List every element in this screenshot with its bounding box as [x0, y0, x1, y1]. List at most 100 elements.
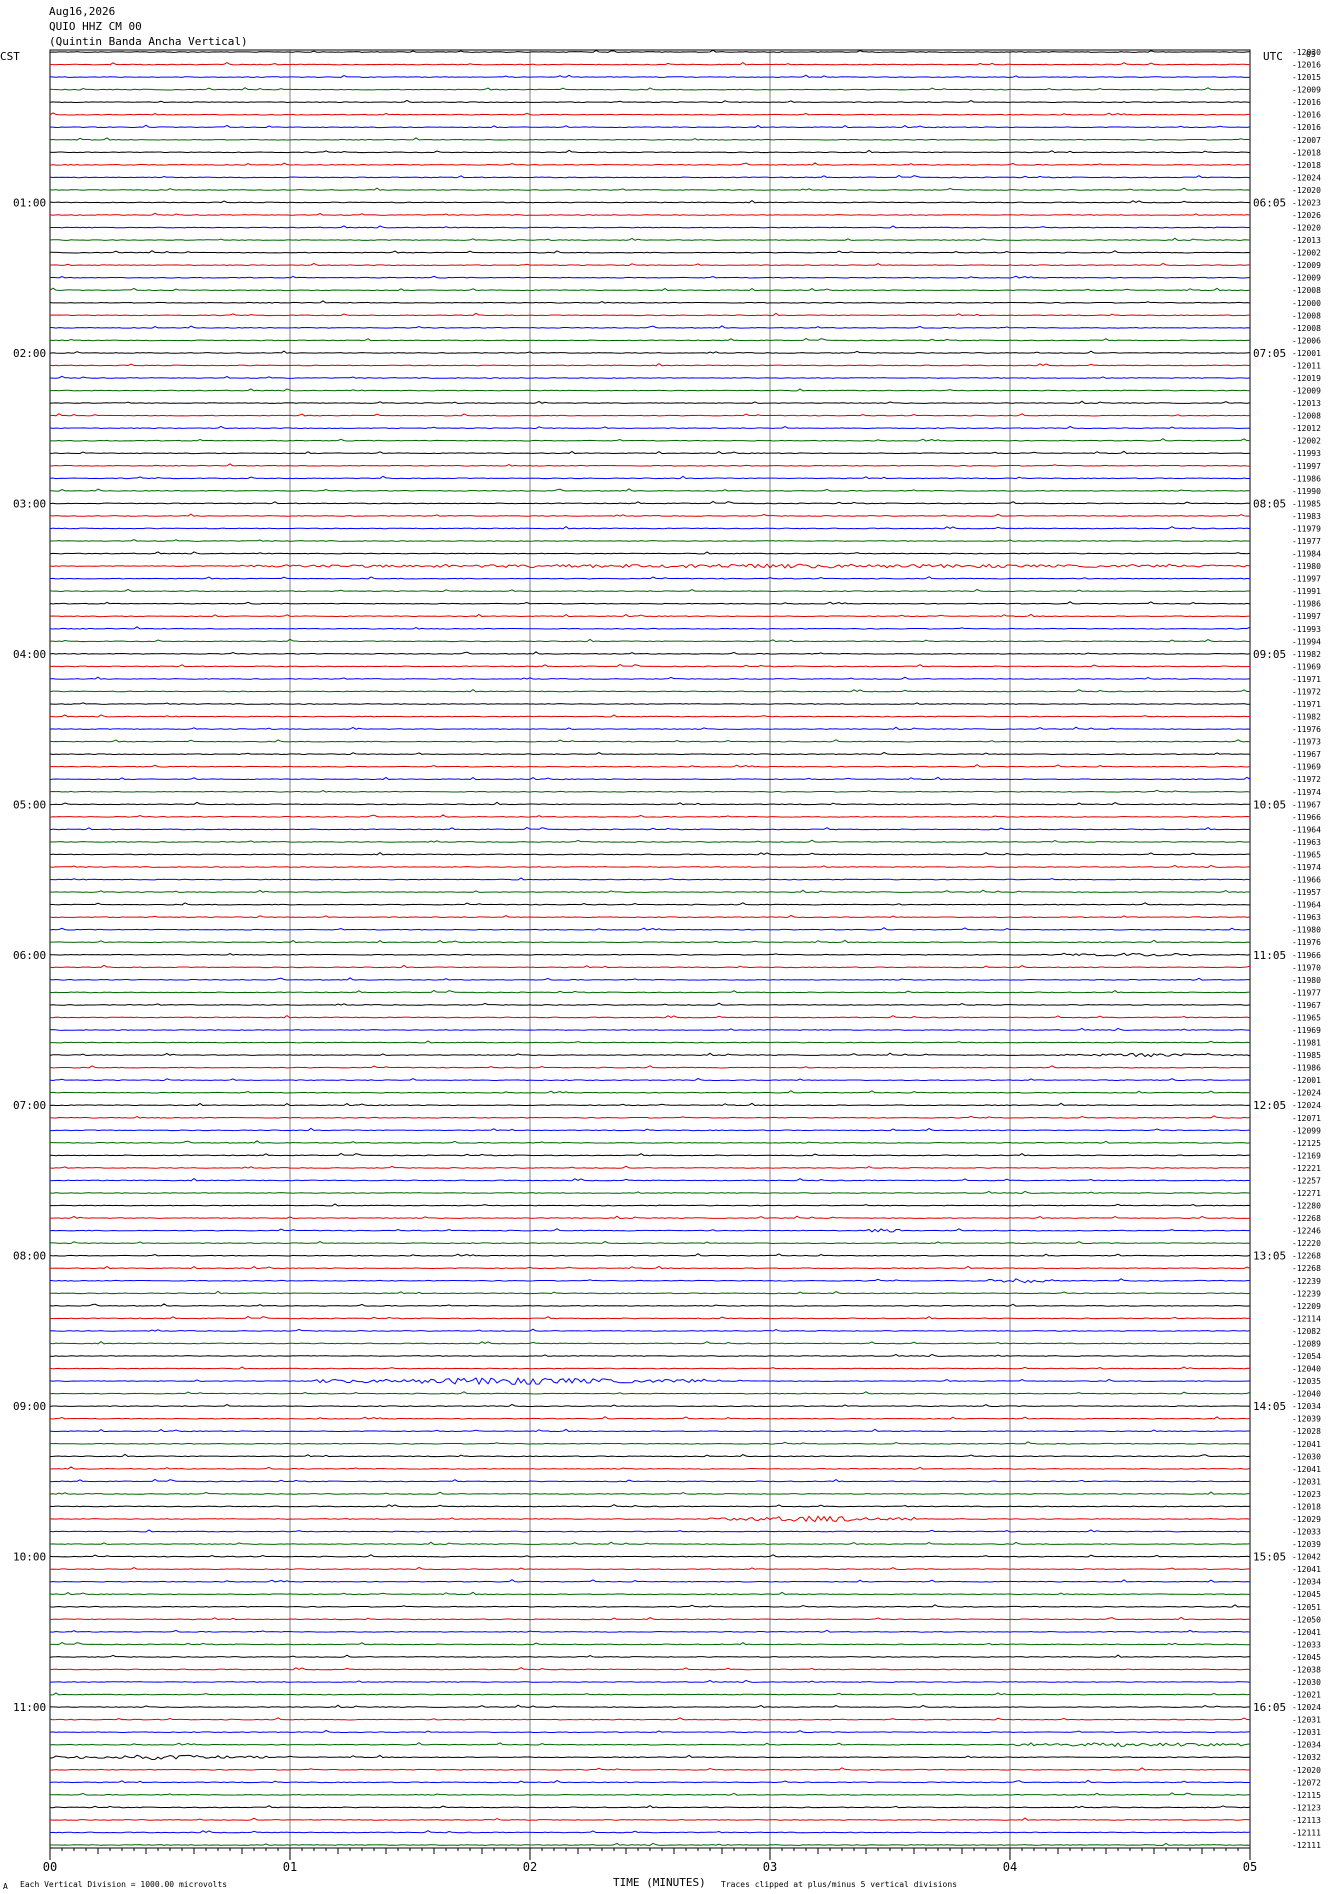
trace-offset-label: -12011: [1292, 361, 1321, 370]
trace-offset-label: -12034: [1292, 1741, 1321, 1750]
right-hour-label: 16:05: [1253, 1701, 1286, 1714]
trace-offset-label: -12033: [1292, 1528, 1321, 1537]
trace-offset-label: -12026: [1292, 211, 1321, 220]
trace-line: [49, 1453, 1251, 1458]
trace-line: [49, 1478, 1251, 1483]
trace-offset-label: -12051: [1292, 1603, 1321, 1612]
left-hour-label: 05:00: [13, 798, 46, 811]
trace-offset-label: -12008: [1292, 286, 1321, 295]
left-hour-label: 04:00: [13, 648, 46, 661]
trace-offset-label: -12009: [1292, 86, 1321, 95]
trace-line: [49, 626, 1251, 630]
trace-offset-label: -12018: [1292, 1502, 1321, 1511]
trace-line: [49, 663, 1251, 668]
trace-line: [49, 1052, 1251, 1058]
trace-line: [49, 1717, 1251, 1721]
left-hour-label: 08:00: [13, 1250, 46, 1263]
x-axis-ticks: 00 01 02 03 04 05: [43, 1848, 1257, 1874]
trace-line: [49, 914, 1251, 919]
trace-line: [49, 475, 1251, 480]
trace-line: [49, 1065, 1251, 1069]
trace-line: [49, 237, 1251, 241]
trace-line: [49, 1002, 1251, 1006]
trace-line: [49, 1579, 1251, 1583]
trace-offset-label: -12040: [1292, 1365, 1321, 1374]
trace-line: [49, 1353, 1251, 1357]
trace-offset-label: -12041: [1292, 1565, 1321, 1574]
trace-line: [49, 1830, 1251, 1834]
trace-line: [49, 1403, 1251, 1408]
trace-line: [49, 1742, 1251, 1747]
scale-note: Each Vertical Division = 1000.00 microvo…: [20, 1880, 227, 1889]
trace-offset-label: -12030: [1292, 1452, 1321, 1461]
trace-line: [49, 1152, 1251, 1157]
trace-line: [49, 438, 1251, 442]
trace-lines: [49, 49, 1251, 1846]
x-tick-label: 02: [523, 1860, 537, 1874]
trace-line: [49, 250, 1251, 254]
x-tick-label: 03: [763, 1860, 777, 1874]
trace-offset-label: -12020: [1292, 224, 1321, 233]
trace-line: [49, 1366, 1251, 1370]
trace-line: [49, 262, 1251, 267]
trace-line: [49, 563, 1251, 569]
trace-line: [49, 1102, 1251, 1107]
left-hour-label: 01:00: [13, 196, 46, 209]
trace-offset-label: -12268: [1292, 1252, 1321, 1261]
trace-offset-label: -12028: [1292, 1427, 1321, 1436]
trace-line: [49, 826, 1251, 831]
trace-offset-label: -12041: [1292, 1440, 1321, 1449]
trace-line: [49, 1140, 1251, 1144]
trace-line: [49, 952, 1251, 957]
trace-line: [49, 839, 1251, 843]
right-hour-label: 12:05: [1253, 1099, 1286, 1112]
left-hour-label: 07:00: [13, 1099, 46, 1112]
trace-line: [49, 1554, 1251, 1558]
trace-offset-label: -11993: [1292, 625, 1321, 634]
trace-line: [49, 688, 1251, 693]
trace-line: [49, 1203, 1251, 1207]
trace-line: [49, 199, 1251, 204]
trace-line: [49, 1491, 1251, 1495]
trace-offset-label: -12280: [1292, 1202, 1321, 1211]
trace-offset-label: -12008: [1292, 311, 1321, 320]
left-hour-label: 11:00: [13, 1701, 46, 1714]
trace-line: [49, 1679, 1251, 1683]
trace-line: [49, 764, 1251, 768]
trace-offset-label: -12099: [1292, 1126, 1321, 1135]
trace-offset-label: -12089: [1292, 1339, 1321, 1348]
trace-line: [49, 927, 1251, 931]
trace-offset-label: -11974: [1292, 788, 1321, 797]
trace-offset-label: -12035: [1292, 1377, 1321, 1386]
station-description: (Quintin Banda Ancha Vertical): [49, 35, 248, 48]
trace-offset-label: -11963: [1292, 913, 1321, 922]
trace-line: [49, 889, 1251, 893]
trace-line: [49, 137, 1251, 141]
trace-offset-label: -12031: [1292, 1728, 1321, 1737]
trace-line: [49, 1228, 1251, 1233]
trace-offset-label: -11965: [1292, 850, 1321, 859]
clip-note: Traces clipped at plus/minus 5 vertical …: [721, 1880, 957, 1889]
trace-offset-label: -12209: [1292, 1302, 1321, 1311]
trace-line: [49, 174, 1251, 179]
trace-line: [49, 651, 1251, 655]
trace-offset-label: -12071: [1292, 1114, 1321, 1123]
station-label: QUIO HHZ CM 00: [49, 20, 142, 33]
trace-offset-label: -12001: [1292, 1076, 1321, 1085]
right-hour-label: 10:05: [1253, 798, 1286, 811]
trace-line: [49, 350, 1251, 354]
left-hour-label: 03:00: [13, 497, 46, 510]
trace-line: [49, 1040, 1251, 1044]
trace-line: [49, 1265, 1251, 1270]
trace-offset-label: -12016: [1292, 111, 1321, 120]
trace-offset-label: -11982: [1292, 650, 1321, 659]
right-hour-label: 11:05: [1253, 949, 1286, 962]
trace-offset-label: -12015: [1292, 73, 1321, 82]
trace-line: [49, 225, 1251, 229]
trace-line: [49, 1529, 1251, 1533]
trace-offset-label: -11990: [1292, 487, 1321, 496]
trace-line: [49, 702, 1251, 705]
right-hour-label: 15:05: [1253, 1551, 1286, 1564]
trace-line: [49, 1190, 1251, 1194]
corner-mark-bottom: A: [3, 1882, 8, 1891]
